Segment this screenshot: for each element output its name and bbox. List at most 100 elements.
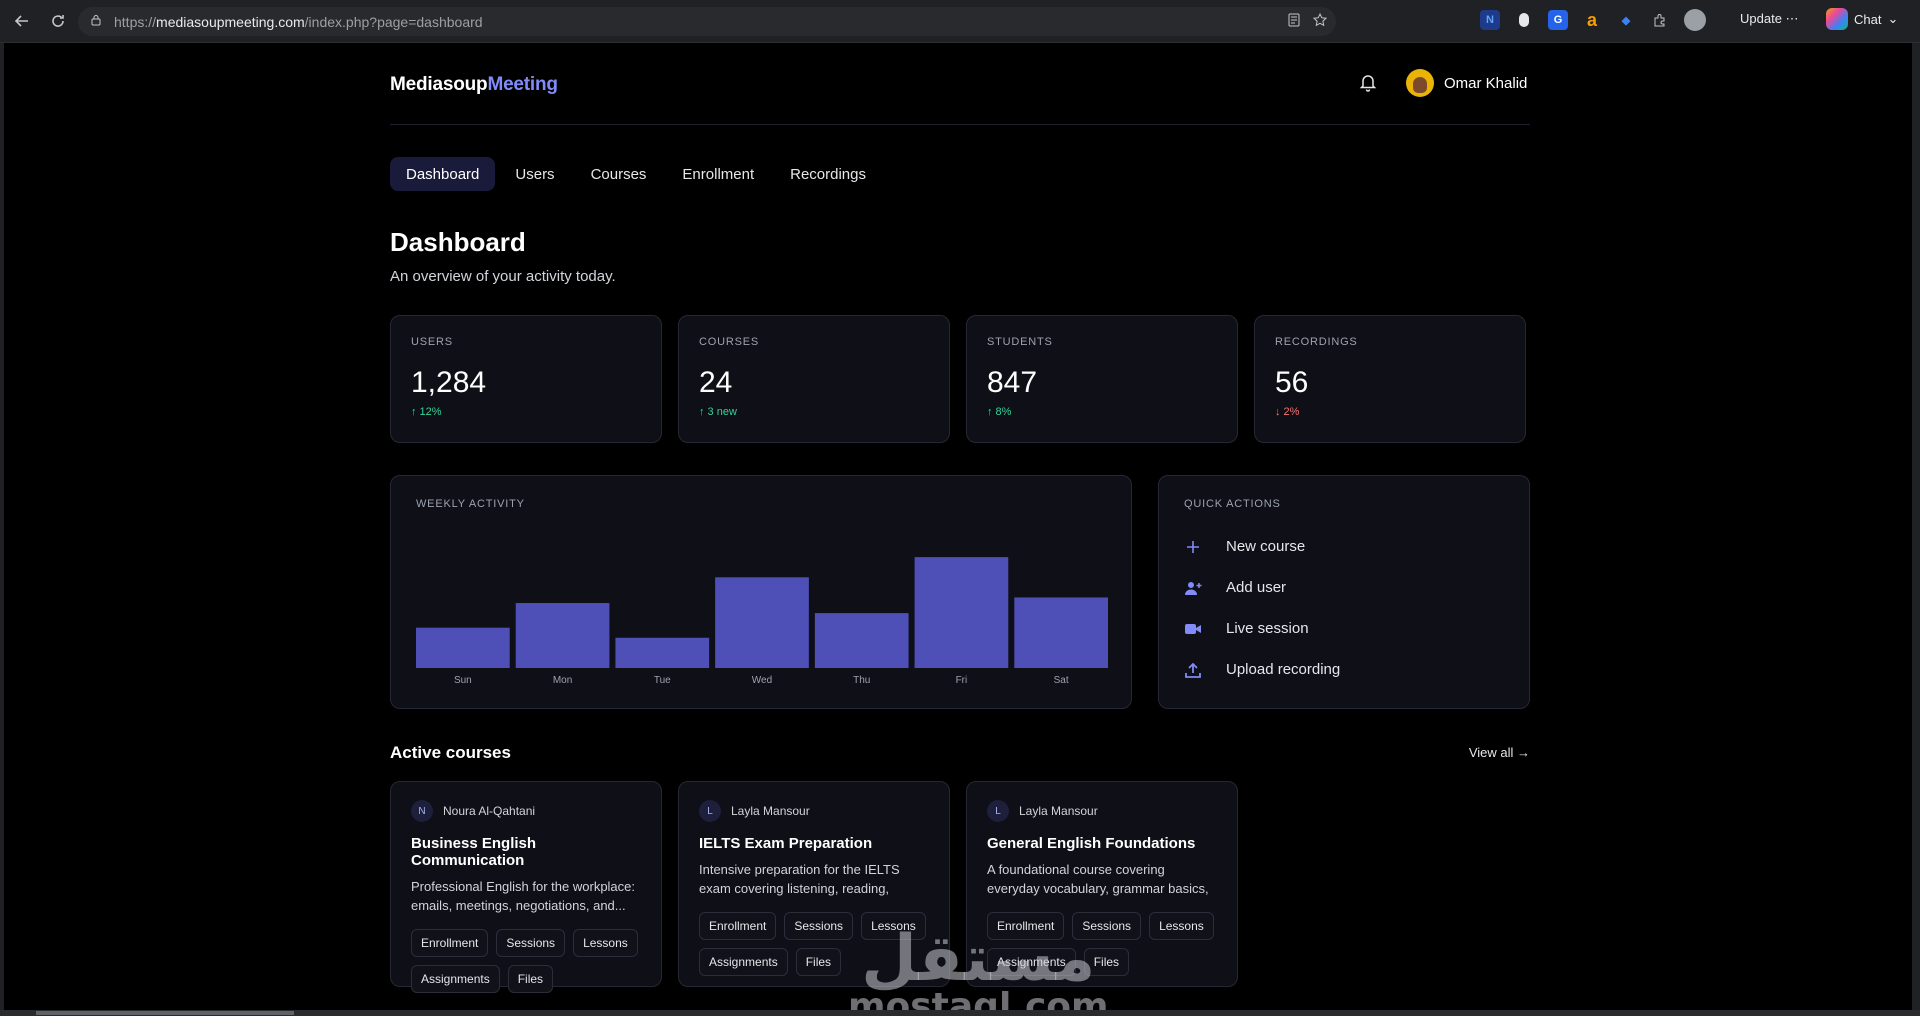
watermark-logo: مستقل mostaql.com — [848, 922, 1109, 1011]
bar-sat — [1014, 597, 1108, 668]
upload-recording-button[interactable]: Upload recording — [1184, 649, 1504, 690]
extension-n-icon[interactable]: N — [1480, 10, 1500, 30]
files-chip[interactable]: Files — [507, 965, 554, 993]
course-title[interactable]: IELTS Exam Preparation — [699, 835, 929, 852]
url-text: https://mediasoupmeeting.com/index.php?p… — [114, 13, 483, 30]
quick-actions-panel: QUICK ACTIONS New course Add user Live s… — [1158, 475, 1530, 709]
translate-extension-icon[interactable]: G — [1548, 10, 1568, 30]
scrollbar-thumb[interactable] — [36, 1011, 294, 1015]
stats-row: USERS 1,284 ↑ 12% COURSES 24 ↑ 3 new STU… — [390, 315, 1526, 443]
stat-label: RECORDINGS — [1275, 336, 1358, 348]
instructor-avatar: L — [987, 800, 1009, 822]
stat-delta: ↑ 8% — [987, 406, 1012, 418]
new-course-button[interactable]: New course — [1184, 526, 1504, 567]
amazon-extension-icon[interactable]: a — [1582, 10, 1602, 30]
active-courses-header: Active courses View all → — [390, 743, 1530, 763]
chat-button[interactable]: Chat ⌄ — [1826, 8, 1898, 30]
update-button[interactable]: Update ⋯ — [1740, 11, 1799, 27]
tag-extension-icon[interactable]: ◆ — [1616, 10, 1636, 30]
enrollment-chip[interactable]: Enrollment — [411, 929, 489, 957]
course-cards: N Noura Al-Qahtani Business English Comm… — [390, 781, 1238, 993]
back-icon[interactable] — [8, 7, 36, 35]
stat-card-courses: COURSES 24 ↑ 3 new — [678, 315, 950, 443]
instructor-name: Layla Mansour — [731, 804, 810, 818]
page-subtitle: An overview of your activity today. — [390, 268, 616, 285]
view-all-link[interactable]: View all → — [1469, 745, 1530, 760]
stat-delta: ↓ 2% — [1275, 406, 1300, 418]
bar-sun — [416, 627, 510, 668]
files-chip[interactable]: Files — [795, 948, 842, 976]
mouse-extension-icon[interactable] — [1514, 10, 1534, 30]
stat-value: 1,284 — [411, 366, 487, 399]
course-instructor: L Layla Mansour — [987, 800, 1217, 822]
user-plus-icon — [1184, 579, 1202, 597]
stat-value: 24 — [699, 366, 733, 399]
bar-thu — [814, 613, 909, 668]
sessions-chip[interactable]: Sessions — [784, 912, 854, 940]
app-logo[interactable]: MediasoupMeeting — [390, 74, 558, 96]
profile-avatar-icon[interactable] — [1684, 9, 1706, 31]
avatar — [1406, 69, 1434, 97]
bar-tue — [615, 637, 710, 668]
user-menu[interactable]: Omar Khalid — [1406, 69, 1527, 97]
upload-icon — [1184, 661, 1202, 679]
puzzle-extensions-icon[interactable] — [1650, 10, 1670, 30]
app-header: MediasoupMeeting Omar Khalid — [390, 43, 1530, 125]
reader-mode-icon[interactable] — [1286, 12, 1302, 33]
instructor-name: Layla Mansour — [1019, 804, 1098, 818]
watermark-latin: mostaql.com — [848, 986, 1109, 1011]
stat-label: USERS — [411, 336, 453, 348]
course-description: Intensive preparation for the IELTS exam… — [699, 862, 900, 896]
course-title[interactable]: General English Foundations — [987, 835, 1217, 852]
watermark-arabic: مستقل — [861, 922, 1096, 996]
page-viewport: MediasoupMeeting Omar Khalid Dashboard U… — [4, 43, 1912, 1010]
tab-enrollment[interactable]: Enrollment — [666, 157, 770, 191]
stat-label: STUDENTS — [987, 336, 1053, 348]
assignments-chip[interactable]: Assignments — [699, 948, 788, 976]
chevron-down-icon: ⌄ — [1887, 11, 1899, 26]
x-tick-label: Sun — [454, 675, 472, 686]
page-title: Dashboard — [390, 227, 526, 257]
section-title: Active courses — [390, 743, 511, 762]
stat-card-recordings: RECORDINGS 56 ↓ 2% — [1254, 315, 1526, 443]
live-session-button[interactable]: Live session — [1184, 608, 1504, 649]
weekly-activity-panel: WEEKLY ACTIVITY Sun Mon Tue Wed Thu Fri Sat — [390, 475, 1132, 709]
notification-bell-icon[interactable] — [1358, 72, 1378, 92]
tab-recordings[interactable]: Recordings — [774, 157, 882, 191]
panel-title: WEEKLY ACTIVITY — [416, 498, 525, 510]
bar-mon — [515, 603, 610, 668]
main-nav: Dashboard Users Courses Enrollment Recor… — [390, 157, 882, 191]
stat-value: 56 — [1275, 366, 1309, 399]
lessons-chip[interactable]: Lessons — [573, 929, 638, 957]
course-card[interactable]: N Noura Al-Qahtani Business English Comm… — [390, 781, 662, 993]
enrollment-chip[interactable]: Enrollment — [699, 912, 777, 940]
site-info-icon[interactable] — [90, 14, 106, 29]
x-tick-label: Thu — [853, 675, 870, 686]
course-links: Enrollment Sessions Lessons Assignments … — [411, 929, 641, 993]
user-name: Omar Khalid — [1444, 74, 1528, 92]
add-user-button[interactable]: Add user — [1184, 567, 1504, 608]
bookmark-star-icon[interactable] — [1312, 12, 1328, 33]
tab-dashboard[interactable]: Dashboard — [390, 157, 496, 191]
address-bar[interactable]: https://mediasoupmeeting.com/index.php?p… — [78, 7, 1336, 36]
stat-delta: ↑ 12% — [411, 406, 442, 418]
copilot-icon — [1826, 8, 1848, 30]
reload-icon[interactable] — [44, 7, 72, 35]
page-heading: Dashboard An overview of your activity t… — [390, 227, 616, 285]
app-container: MediasoupMeeting Omar Khalid Dashboard U… — [390, 43, 1530, 993]
x-tick-label: Tue — [654, 675, 671, 686]
stat-card-students: STUDENTS 847 ↑ 8% — [966, 315, 1238, 443]
course-title[interactable]: Business English Communication — [411, 835, 641, 869]
course-description: Professional English for the workplace: … — [411, 879, 636, 913]
x-tick-label: Fri — [956, 675, 968, 686]
sessions-chip[interactable]: Sessions — [496, 929, 566, 957]
course-instructor: L Layla Mansour — [699, 800, 929, 822]
bar-wed — [715, 577, 809, 668]
horizontal-scrollbar[interactable] — [0, 1010, 1920, 1016]
lessons-chip[interactable]: Lessons — [1149, 912, 1214, 940]
x-tick-label: Wed — [752, 675, 772, 686]
assignments-chip[interactable]: Assignments — [411, 965, 500, 993]
tab-courses[interactable]: Courses — [575, 157, 663, 191]
course-instructor: N Noura Al-Qahtani — [411, 800, 641, 822]
tab-users[interactable]: Users — [499, 157, 570, 191]
